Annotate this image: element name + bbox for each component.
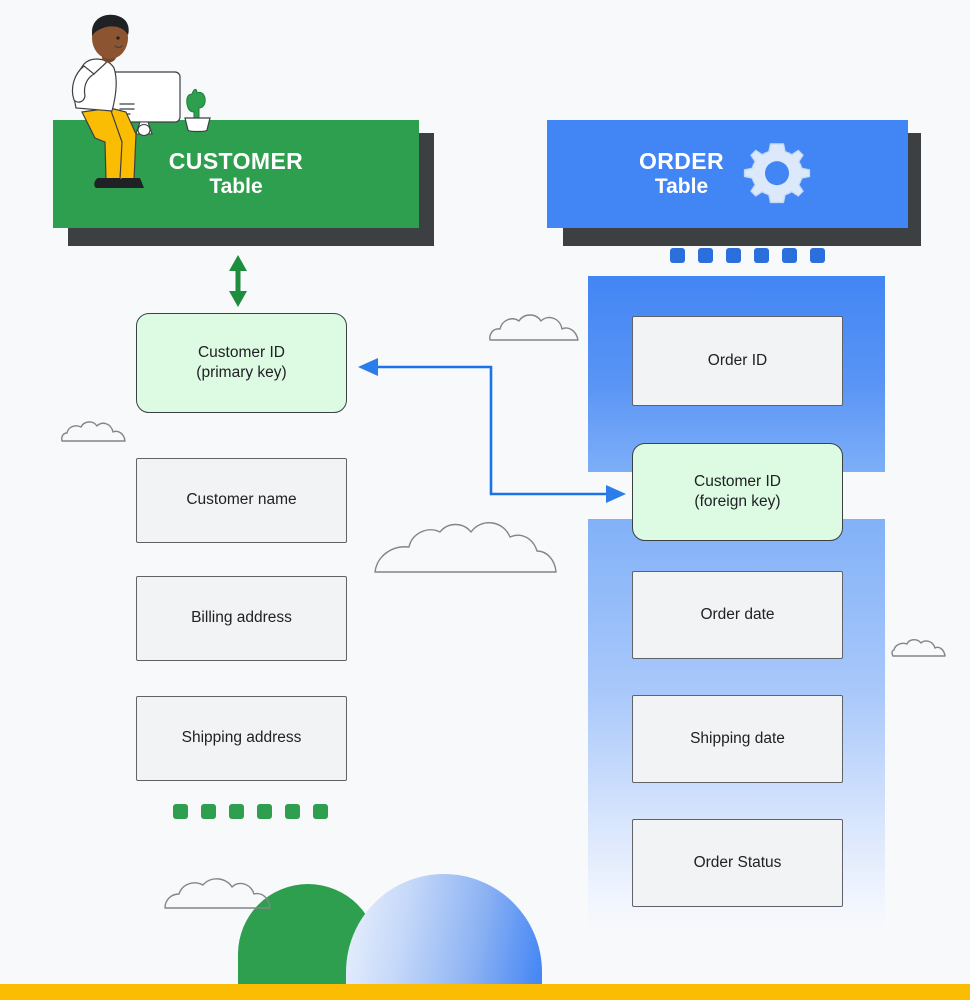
field-label: Order ID bbox=[707, 351, 768, 369]
field-label: Customer ID (foreign key) bbox=[694, 472, 781, 510]
field-customer-id-primary-key[interactable]: Customer ID (primary key) bbox=[136, 313, 347, 413]
dot bbox=[257, 804, 272, 819]
dot bbox=[810, 248, 825, 263]
field-label: Customer name bbox=[186, 491, 297, 509]
order-header-title: ORDER Table bbox=[638, 148, 725, 199]
field-billing-address[interactable]: Billing address bbox=[136, 576, 347, 661]
order-continuation-dots bbox=[670, 248, 838, 263]
field-label: Shipping date bbox=[690, 729, 785, 747]
field-label: Order Status bbox=[693, 853, 782, 871]
customer-continuation-dots bbox=[173, 804, 341, 819]
field-customer-id-foreign-key[interactable]: Customer ID (foreign key) bbox=[632, 443, 843, 541]
dot bbox=[201, 804, 216, 819]
dot bbox=[670, 248, 685, 263]
order-table-header[interactable]: ORDER Table bbox=[547, 120, 908, 228]
ground-bar bbox=[0, 984, 970, 1000]
field-label: Order date bbox=[700, 605, 775, 623]
dot bbox=[229, 804, 244, 819]
field-order-id[interactable]: Order ID bbox=[632, 316, 843, 406]
order-table-subtitle: Table bbox=[654, 175, 709, 199]
order-table-name: ORDER bbox=[638, 148, 725, 175]
dot bbox=[173, 804, 188, 819]
dot bbox=[285, 804, 300, 819]
field-label: Customer ID (primary key) bbox=[196, 343, 287, 381]
field-order-status[interactable]: Order Status bbox=[632, 819, 843, 907]
field-shipping-address[interactable]: Shipping address bbox=[136, 696, 347, 781]
dot bbox=[698, 248, 713, 263]
dot bbox=[726, 248, 741, 263]
blue-hill-shape bbox=[346, 874, 542, 984]
dot bbox=[313, 804, 328, 819]
gear-icon bbox=[743, 143, 811, 204]
dot bbox=[754, 248, 769, 263]
field-label: Shipping address bbox=[181, 729, 302, 747]
diagram-canvas: CUSTOMER Table ORDER Table Customer ID (… bbox=[0, 0, 970, 1000]
field-order-date[interactable]: Order date bbox=[632, 571, 843, 659]
field-label: Billing address bbox=[191, 609, 292, 627]
person-at-desk-illustration bbox=[71, 14, 211, 188]
dot bbox=[782, 248, 797, 263]
field-shipping-date[interactable]: Shipping date bbox=[632, 695, 843, 783]
field-customer-name[interactable]: Customer name bbox=[136, 458, 347, 543]
